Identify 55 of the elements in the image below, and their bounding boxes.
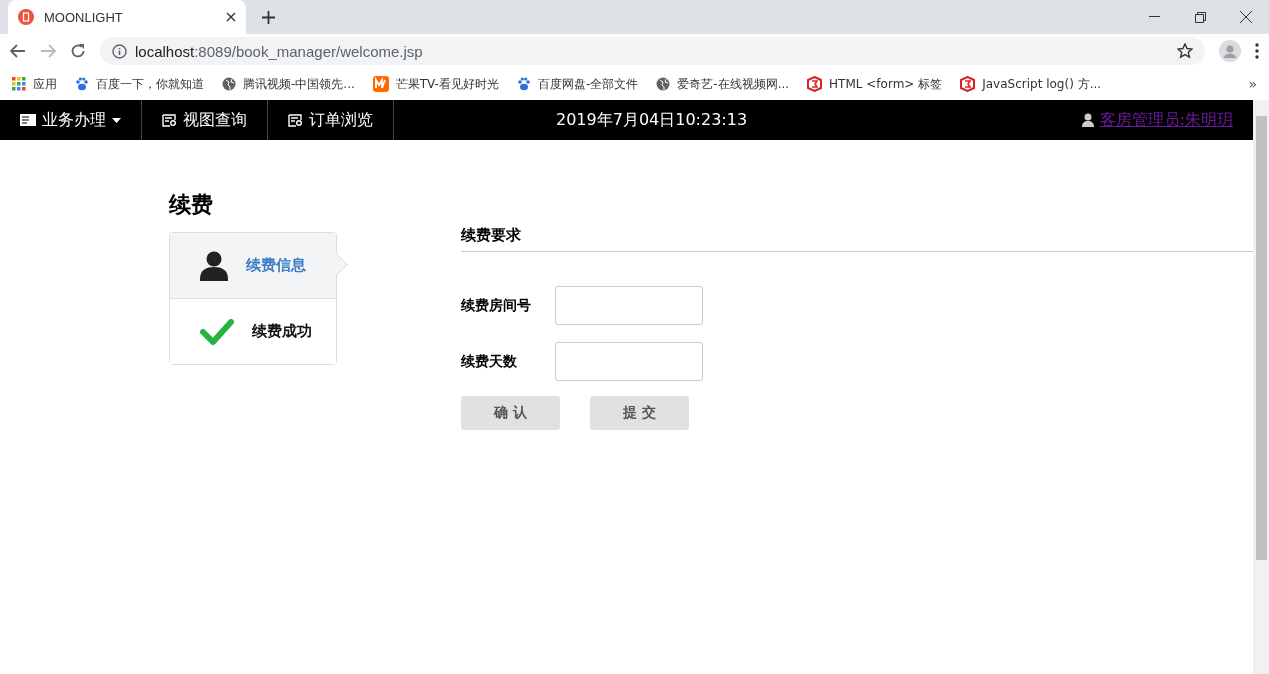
field-label: 续费房间号: [461, 296, 532, 315]
input-field[interactable]: [555, 286, 703, 325]
mango-logo-icon: [372, 76, 389, 92]
field-label: 续费天数: [461, 352, 518, 371]
bookmark[interactable]: 应用: [12, 75, 57, 93]
url-text: localhost:8089/book_manager/welcome.jsp: [135, 42, 423, 60]
user-icon: [200, 250, 228, 281]
caret-icon: [112, 117, 121, 123]
form-icon: [288, 113, 303, 127]
address-bar[interactable]: localhost:8089/book_manager/welcome.jsp: [100, 37, 1205, 65]
reload-icon[interactable]: [70, 43, 86, 59]
back-arrow-icon[interactable]: [10, 44, 26, 58]
nav-menu-item[interactable]: 订单浏览: [268, 100, 394, 140]
info-icon: [112, 43, 127, 59]
bookmark[interactable]: 百度一下，你就知道: [75, 75, 204, 93]
minimize-icon[interactable]: [1148, 16, 1160, 18]
menu-icon[interactable]: [1255, 43, 1259, 59]
apps-grid-icon: [12, 77, 26, 91]
page-title: 续费: [169, 191, 214, 219]
close-icon[interactable]: [226, 12, 236, 22]
user-icon: [1081, 113, 1094, 127]
date-time: 2019年7月04日10:23:13: [556, 109, 748, 131]
shield-logo-icon: [807, 76, 823, 92]
bookmark[interactable]: 芒果TV-看见好时光: [372, 75, 499, 93]
globe-icon: [656, 77, 671, 91]
close-icon[interactable]: [1240, 11, 1252, 23]
star-icon[interactable]: [1177, 43, 1193, 59]
browser-tab[interactable]: MOONLIGHT: [8, 0, 246, 34]
site-logo-icon: [18, 9, 34, 25]
paw-icon: [516, 77, 531, 91]
tab-title: MOONLIGHT: [44, 9, 124, 25]
form-icon: [162, 113, 177, 127]
restore-icon[interactable]: [1194, 11, 1206, 23]
bookmark[interactable]: HTML <form> 标签: [807, 75, 943, 93]
form-button[interactable]: 确 认: [461, 396, 560, 430]
section-title: 续费要求: [461, 226, 1253, 252]
globe-icon: [222, 77, 236, 91]
input-field[interactable]: [555, 342, 703, 381]
bookmark[interactable]: 百度网盘-全部文件: [516, 75, 639, 93]
shield-logo-icon: [960, 76, 976, 92]
new-tab-icon[interactable]: [262, 11, 275, 24]
bookmark[interactable]: 爱奇艺-在线视频网...: [656, 75, 790, 93]
scrollbar[interactable]: [1253, 100, 1269, 674]
bookmark[interactable]: 腾讯视频-中国领先...: [222, 75, 355, 93]
more-bookmarks[interactable]: »: [1248, 76, 1257, 92]
scrollbar-thumb[interactable]: [1255, 116, 1267, 560]
step-item[interactable]: 续费成功: [170, 298, 336, 364]
id-card-icon: [20, 114, 36, 126]
form-button[interactable]: 提 交: [590, 396, 689, 430]
paw-icon: [75, 77, 89, 91]
check-icon: [200, 318, 234, 345]
nav-menu-item[interactable]: 视图查询: [142, 100, 268, 140]
profile-avatar-icon[interactable]: [1219, 40, 1241, 62]
nav-menu-item[interactable]: 业务办理: [0, 100, 142, 140]
bookmark[interactable]: JavaScript log() 方...: [960, 75, 1102, 93]
